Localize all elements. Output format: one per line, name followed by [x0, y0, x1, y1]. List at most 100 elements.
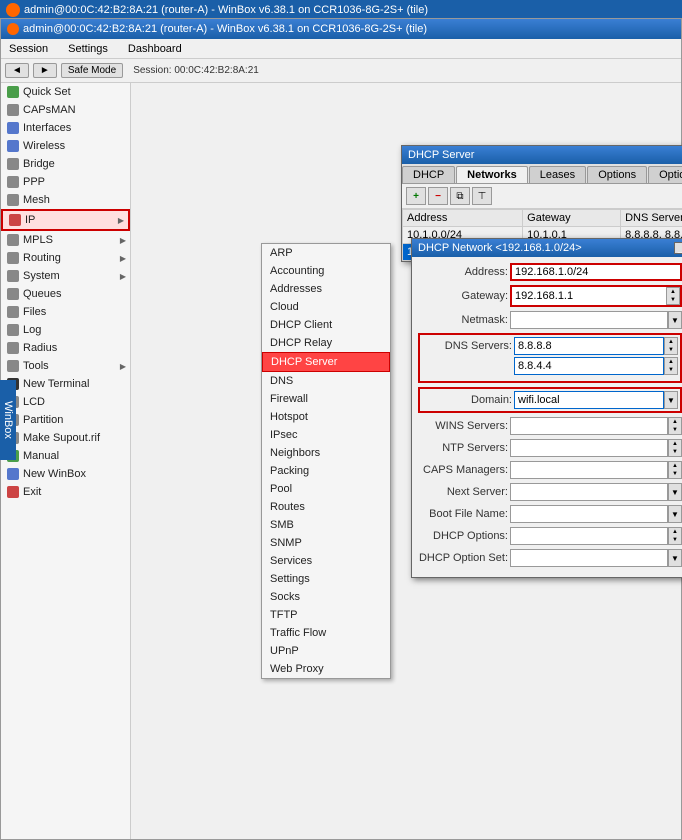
sidebar-item-ip[interactable]: IP ▶: [1, 209, 130, 231]
submenu-accounting[interactable]: Accounting: [262, 262, 390, 280]
dns2-down-arrow[interactable]: ▼: [665, 366, 677, 374]
copy-network-button[interactable]: ⧉: [450, 187, 470, 205]
add-network-button[interactable]: +: [406, 187, 426, 205]
submenu-socks[interactable]: Socks: [262, 588, 390, 606]
sidebar-item-log[interactable]: Log: [1, 321, 130, 339]
boot-file-dropdown[interactable]: ▼: [668, 505, 682, 523]
submenu-addresses[interactable]: Addresses: [262, 280, 390, 298]
domain-dropdown[interactable]: ▼: [664, 391, 678, 409]
gateway-down-arrow[interactable]: ▼: [667, 296, 679, 304]
sidebar-item-new-winbox[interactable]: New WinBox: [1, 465, 130, 483]
menu-settings[interactable]: Settings: [64, 43, 112, 55]
sidebar-item-system[interactable]: System ▶: [1, 267, 130, 285]
wins-up-arrow[interactable]: ▲: [669, 418, 681, 426]
dhcp-options-up-arrow[interactable]: ▲: [669, 528, 681, 536]
submenu-tftp[interactable]: TFTP: [262, 606, 390, 624]
submenu-dhcp-client[interactable]: DHCP Client: [262, 316, 390, 334]
tab-option-sets[interactable]: Option Sets: [648, 166, 682, 183]
submenu-dhcp-server[interactable]: DHCP Server: [262, 352, 390, 372]
sidebar-item-bridge[interactable]: Bridge: [1, 155, 130, 173]
dns1-up-arrow[interactable]: ▲: [665, 338, 677, 346]
wins-down-arrow[interactable]: ▼: [669, 426, 681, 434]
submenu-services[interactable]: Services: [262, 552, 390, 570]
next-server-dropdown[interactable]: ▼: [668, 483, 682, 501]
sidebar-item-files[interactable]: Files: [1, 303, 130, 321]
menu-dashboard[interactable]: Dashboard: [124, 43, 186, 55]
sidebar-item-lcd[interactable]: LCD: [1, 393, 130, 411]
wins-input[interactable]: [510, 417, 668, 435]
dns1-down-arrow[interactable]: ▼: [665, 346, 677, 354]
sidebar-item-new-terminal[interactable]: New Terminal: [1, 375, 130, 393]
dhcp-option-set-input[interactable]: [510, 549, 668, 567]
sidebar-item-ppp[interactable]: PPP: [1, 173, 130, 191]
forward-button[interactable]: ►: [33, 63, 57, 78]
gateway-up-arrow[interactable]: ▲: [667, 288, 679, 296]
submenu-settings[interactable]: Settings: [262, 570, 390, 588]
dialog-minimize-button[interactable]: _: [674, 242, 682, 254]
submenu-packing[interactable]: Packing: [262, 462, 390, 480]
submenu-firewall[interactable]: Firewall: [262, 390, 390, 408]
back-button[interactable]: ◄: [5, 63, 29, 78]
dhcp-options-spinner: ▲ ▼: [668, 527, 682, 545]
address-input[interactable]: [510, 263, 682, 281]
dhcp-options-down-arrow[interactable]: ▼: [669, 536, 681, 544]
submenu-pool[interactable]: Pool: [262, 480, 390, 498]
netmask-dropdown[interactable]: ▼: [668, 311, 682, 329]
sidebar-item-tools[interactable]: Tools ▶: [1, 357, 130, 375]
submenu-dhcp-relay[interactable]: DHCP Relay: [262, 334, 390, 352]
sidebar-item-capsman[interactable]: CAPsMAN: [1, 101, 130, 119]
sidebar-item-quick-set[interactable]: Quick Set: [1, 83, 130, 101]
menu-session[interactable]: Session: [5, 43, 52, 55]
ntp-up-arrow[interactable]: ▲: [669, 440, 681, 448]
tab-dhcp[interactable]: DHCP: [402, 166, 455, 183]
caps-input[interactable]: [510, 461, 668, 479]
caps-up-arrow[interactable]: ▲: [669, 462, 681, 470]
sidebar-item-wireless[interactable]: Wireless: [1, 137, 130, 155]
sidebar-item-routing[interactable]: Routing ▶: [1, 249, 130, 267]
submenu-hotspot[interactable]: Hotspot: [262, 408, 390, 426]
submenu-snmp[interactable]: SNMP: [262, 534, 390, 552]
submenu-web-proxy[interactable]: Web Proxy: [262, 660, 390, 678]
caps-down-arrow[interactable]: ▼: [669, 470, 681, 478]
sidebar-item-make-supout[interactable]: Make Supout.rif: [1, 429, 130, 447]
dns1-input[interactable]: [514, 337, 664, 355]
routing-icon: [7, 252, 19, 264]
ntp-down-arrow[interactable]: ▼: [669, 448, 681, 456]
submenu-dns[interactable]: DNS: [262, 372, 390, 390]
domain-label: Domain:: [422, 394, 512, 406]
sidebar-item-manual[interactable]: Manual: [1, 447, 130, 465]
submenu-cloud[interactable]: Cloud: [262, 298, 390, 316]
filter-network-button[interactable]: ⊤: [472, 187, 492, 205]
sidebar-item-exit[interactable]: Exit: [1, 483, 130, 501]
sidebar-item-radius[interactable]: Radius: [1, 339, 130, 357]
boot-file-input[interactable]: [510, 505, 668, 523]
gateway-input[interactable]: [512, 287, 666, 305]
submenu-ipsec[interactable]: IPsec: [262, 426, 390, 444]
sidebar-item-mpls[interactable]: MPLS ▶: [1, 231, 130, 249]
submenu-neighbors[interactable]: Neighbors: [262, 444, 390, 462]
tab-options[interactable]: Options: [587, 166, 647, 183]
tab-networks[interactable]: Networks: [456, 166, 528, 183]
sidebar-item-interfaces[interactable]: Interfaces: [1, 119, 130, 137]
submenu-arp[interactable]: ARP: [262, 244, 390, 262]
next-server-input[interactable]: [510, 483, 668, 501]
sidebar-item-mesh[interactable]: Mesh: [1, 191, 130, 209]
sidebar-item-partition[interactable]: Partition: [1, 411, 130, 429]
safe-mode-button[interactable]: Safe Mode: [61, 63, 123, 78]
ppp-icon: [7, 176, 19, 188]
dns2-up-arrow[interactable]: ▲: [665, 358, 677, 366]
submenu-routes[interactable]: Routes: [262, 498, 390, 516]
sidebar-item-queues[interactable]: Queues: [1, 285, 130, 303]
dhcp-option-set-dropdown[interactable]: ▼: [668, 549, 682, 567]
dhcp-options-input[interactable]: [510, 527, 668, 545]
submenu-traffic-flow[interactable]: Traffic Flow: [262, 624, 390, 642]
domain-input[interactable]: [514, 391, 664, 409]
netmask-input[interactable]: [510, 311, 668, 329]
ntp-input[interactable]: [510, 439, 668, 457]
submenu-upnp[interactable]: UPnP: [262, 642, 390, 660]
tab-leases[interactable]: Leases: [529, 166, 586, 183]
outer-title-text: admin@00:0C:42:B2:8A:21 (router-A) - Win…: [24, 4, 428, 16]
submenu-smb[interactable]: SMB: [262, 516, 390, 534]
dns2-input[interactable]: [514, 357, 664, 375]
remove-network-button[interactable]: −: [428, 187, 448, 205]
